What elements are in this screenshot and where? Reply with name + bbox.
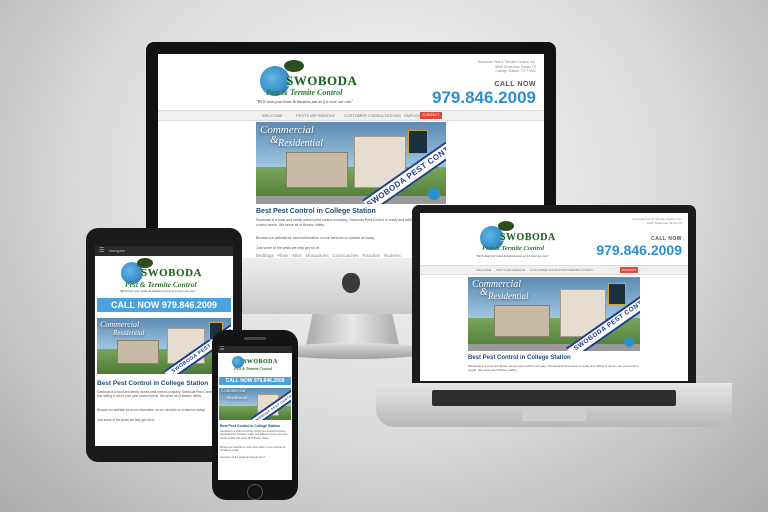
phone-paragraph: Just some of the pests we help get rid o… <box>220 456 266 459</box>
bug-icon <box>498 221 514 231</box>
tablet-menu-bar: ☰ Navigate <box>95 246 233 256</box>
pest-item[interactable]: Roaches <box>362 253 380 258</box>
hamburger-icon[interactable]: ☰ <box>220 346 224 352</box>
call-now-label: CALL NOW <box>494 81 536 88</box>
header-address: Swoboda Pest & Termite Control, Inc. 360… <box>602 217 682 226</box>
phone-paragraph: Swoboda is a local and family owned pest… <box>220 430 288 440</box>
logo-tagline: "We'll treat your home & business just a… <box>256 99 353 104</box>
contact-us-button[interactable]: CONTACT US <box>620 267 638 278</box>
pest-item[interactable]: Mice <box>292 253 302 258</box>
hero-commercial: Commercial <box>100 320 140 329</box>
nav-item-pests[interactable]: PESTS WE REMOVE <box>296 113 335 118</box>
tablet-hero: Commercial Residential SWOBODA PEST CONT… <box>97 318 231 374</box>
tablet-paragraph: Just some of the pests we help get rid o… <box>97 418 155 422</box>
call-now-button[interactable]: CALL NOW 979.846.2009 <box>97 298 231 312</box>
tablet-logo[interactable]: SWOBODA Pest & Termite Control "We'll tr… <box>117 258 211 296</box>
tablet-paragraph: Swoboda is a local and family owned pest… <box>97 390 226 399</box>
phone-page-heading: Best Pest Control in College Station <box>220 424 280 428</box>
phone-speaker <box>244 337 266 340</box>
contact-us-button[interactable]: CONTACT US <box>420 112 442 124</box>
hero-amp: & <box>480 287 488 298</box>
desktop-logo[interactable]: SWOBODA Pest & Termite Control "We'll tr… <box>256 60 360 108</box>
hero-residential: Residential <box>488 291 529 301</box>
phone-site: ☰ SWOBODA Pest & Termite Control CALL NO… <box>218 346 292 480</box>
award-badge-icon <box>408 130 428 154</box>
laptop-trackpad <box>522 409 586 421</box>
laptop-hero: Commercial & Residential SWOBODA PEST CO… <box>468 277 640 351</box>
laptop-keyboard <box>432 390 676 406</box>
phone-hero: Commercial Residential SWOBODA PEST CONT… <box>219 388 291 420</box>
call-now-button[interactable]: CALL NOW 979.846.2009 <box>219 377 291 385</box>
nav-item-welcome[interactable]: WELCOME <box>476 268 492 272</box>
hero-commercial: Commercial <box>221 389 246 394</box>
menu-label[interactable]: Navigate <box>109 248 125 253</box>
phone-paragraph: Browse our website for more information … <box>220 446 286 453</box>
logo-subtitle: Pest & Termite Control <box>125 280 197 289</box>
desktop-nav: WELCOME PESTS WE REMOVE CUSTOMER CONSULT… <box>158 110 544 124</box>
hero-commercial: Commercial <box>260 124 314 136</box>
logo-subtitle: Pest & Termite Control <box>234 366 273 371</box>
apple-logo-icon <box>342 273 360 293</box>
address-line: 3608 Texas Ave, Bryan TX <box>646 220 682 225</box>
hero-residential: Residential <box>113 329 145 337</box>
mini-logo-icon <box>624 337 634 347</box>
tablet-paragraph: Browse our website for more information … <box>97 408 206 412</box>
logo-tagline: "We'll treat your home & business just a… <box>476 254 549 258</box>
header-phone[interactable]: 979.846.2009 <box>596 242 682 258</box>
address-line: College Station, TX 77802 <box>495 69 536 74</box>
hero-residential: Residential <box>278 138 323 149</box>
phone-home-button[interactable] <box>247 484 263 500</box>
logo-name: SWOBODA <box>286 73 358 88</box>
laptop-logo[interactable]: SWOBODA Pest & Termite Control "We'll tr… <box>476 221 556 263</box>
hero-residential: Residential <box>227 395 248 400</box>
phone-menu-bar: ☰ <box>218 346 292 353</box>
nav-item-consultations[interactable]: CUSTOMER CONSULTATIONS <box>344 113 401 118</box>
desktop-hero: Commercial & Residential SWOBODA PEST CO… <box>256 122 446 204</box>
pest-item[interactable]: Cockroaches <box>332 253 358 258</box>
logo-subtitle: Pest & Termite Control <box>266 88 343 97</box>
laptop-page-heading: Best Pest Control in College Station <box>468 355 571 361</box>
header-address: Swoboda Pest & Termite Control, Inc. 360… <box>446 60 536 74</box>
pest-item[interactable]: Rodents <box>384 253 401 258</box>
pest-item[interactable]: Bedbugs <box>256 253 274 258</box>
header-phone[interactable]: 979.846.2009 <box>432 88 536 108</box>
mini-logo-icon <box>428 188 440 200</box>
nav-item-consultations[interactable]: CUSTOMER CONSULTATIONS <box>530 268 573 272</box>
award-badge-icon <box>608 283 626 305</box>
nav-item-pests[interactable]: PESTS WE REMOVE <box>496 268 525 272</box>
pest-item[interactable]: Fleas <box>278 253 289 258</box>
nav-item-employment[interactable]: EMPLOYMENT <box>572 268 593 272</box>
laptop-paragraph: Swoboda is a local and family owned pest… <box>468 364 639 373</box>
hamburger-icon[interactable]: ☰ <box>99 247 104 254</box>
desktop-page-heading: Best Pest Control in College Station <box>256 208 376 215</box>
tablet-page-heading: Best Pest Control in College Station <box>97 380 209 387</box>
nav-item-welcome[interactable]: WELCOME <box>262 113 283 118</box>
bug-icon <box>284 60 304 72</box>
logo-tagline: "We'll treat your home & business just a… <box>119 289 197 293</box>
logo-name: SWOBODA <box>141 267 202 279</box>
phone-logo[interactable]: SWOBODA Pest & Termite Control <box>230 354 280 374</box>
logo-name: SWOBODA <box>243 359 278 365</box>
laptop-nav: WELCOME PESTS WE REMOVE CUSTOMER CONSULT… <box>420 265 688 278</box>
logo-subtitle: Pest & Termite Control <box>482 245 545 252</box>
laptop-site: SWOBODA Pest & Termite Control "We'll tr… <box>420 213 688 381</box>
pest-item[interactable]: Mosquitoes <box>306 253 329 258</box>
logo-name: SWOBODA <box>500 232 556 243</box>
